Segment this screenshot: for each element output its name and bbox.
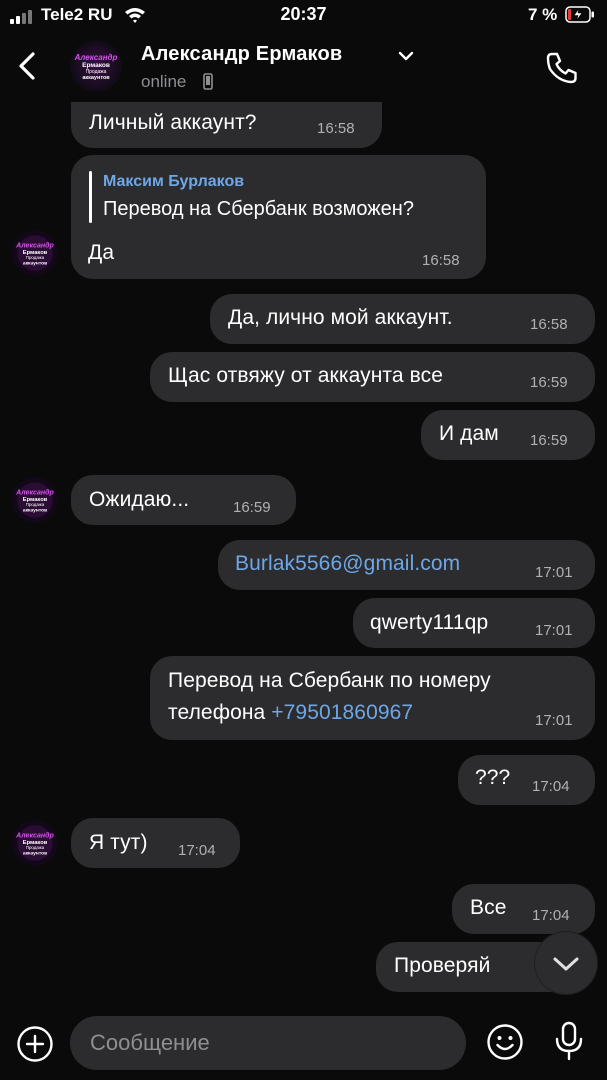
message-time: 16:59 bbox=[233, 499, 271, 516]
phone-icon[interactable] bbox=[542, 48, 582, 88]
message-time: 17:04 bbox=[532, 907, 570, 924]
avatar-text-4: аккаунтов bbox=[23, 509, 47, 514]
avatar-text-4: аккаунтов bbox=[23, 262, 47, 267]
message-bubble-outgoing[interactable]: qwerty111qp 17:01 bbox=[353, 598, 595, 648]
message-time: 17:04 bbox=[178, 842, 216, 859]
message-bubble-outgoing[interactable]: Все 17:04 bbox=[452, 884, 595, 934]
message-time: 17:01 bbox=[535, 712, 573, 729]
avatar-text-1: Александр bbox=[15, 242, 54, 250]
message-text-line-1: Перевод на Сбербанк по номеру bbox=[168, 669, 491, 692]
contact-status: online bbox=[141, 72, 187, 91]
sender-avatar[interactable]: Александр Ермаков Продажа аккаунтов bbox=[12, 477, 58, 523]
chat-header: Александр Ермаков Продажа аккаунтов Алек… bbox=[0, 30, 607, 102]
avatar-text-2: Ермаков bbox=[82, 62, 110, 69]
avatar-text-1: Александр bbox=[15, 832, 54, 840]
battery-percent: 7 % bbox=[528, 5, 558, 24]
message-time: 17:01 bbox=[535, 564, 573, 581]
message-time: 16:58 bbox=[422, 252, 460, 269]
message-time: 16:59 bbox=[530, 432, 568, 449]
email-link[interactable]: Burlak5566@gmail.com bbox=[235, 552, 460, 576]
message-bubble-incoming[interactable]: Я тут) 17:04 bbox=[71, 818, 240, 868]
back-chevron-icon[interactable] bbox=[12, 46, 44, 86]
avatar-text-4: аккаунтов bbox=[82, 75, 110, 81]
message-text: Все bbox=[470, 896, 507, 919]
status-time: 20:37 bbox=[280, 4, 327, 24]
chevron-down-icon[interactable] bbox=[396, 46, 416, 66]
message-bubble-outgoing[interactable]: И дам 16:59 bbox=[421, 410, 595, 460]
phone-number-link[interactable]: +79501860967 bbox=[271, 701, 413, 724]
message-bubble-outgoing[interactable]: Да, лично мой аккаунт. 16:58 bbox=[210, 294, 595, 344]
message-bubble-outgoing[interactable]: ??? 17:04 bbox=[458, 755, 595, 805]
reply-author: Максим Бурлаков bbox=[103, 173, 245, 190]
contact-avatar[interactable]: Александр Ермаков Продажа аккаунтов bbox=[70, 40, 122, 92]
message-time: 16:58 bbox=[530, 316, 568, 333]
message-text: qwerty111qp bbox=[370, 611, 489, 634]
message-bubble-incoming[interactable]: Личный аккаунт? 16:58 bbox=[71, 102, 382, 148]
reply-quote-bar bbox=[89, 171, 92, 223]
status-bar: Tele2 RU 20:37 7 % bbox=[0, 0, 607, 30]
message-bubble-outgoing[interactable]: Щас отвяжу от аккаунта все 16:59 bbox=[150, 352, 595, 402]
message-bubble-outgoing[interactable]: Перевод на Сбербанк по номеру телефона +… bbox=[150, 656, 595, 740]
message-text: Ожидаю... bbox=[89, 488, 190, 511]
avatar-text-3: Продажа bbox=[26, 845, 45, 850]
message-text: Проверяй bbox=[394, 954, 491, 977]
scroll-to-bottom-button[interactable] bbox=[535, 932, 597, 994]
avatar-text-4: аккаунтов bbox=[23, 852, 47, 857]
contact-name[interactable]: Александр Ермаков bbox=[141, 43, 342, 66]
avatar-text-1: Александр bbox=[74, 53, 118, 62]
message-text: Личный аккаунт? bbox=[89, 111, 257, 134]
message-bubble-incoming[interactable]: Ожидаю... 16:59 bbox=[71, 475, 296, 525]
reply-text: Перевод на Сбербанк возможен? bbox=[103, 198, 414, 220]
mobile-device-icon bbox=[203, 73, 213, 90]
message-text: ??? bbox=[475, 766, 511, 789]
avatar-text-3: Продажа bbox=[26, 502, 45, 507]
message-text-line-2: телефона +79501860967 bbox=[168, 701, 413, 725]
sender-avatar[interactable]: Александр Ермаков Продажа аккаунтов bbox=[12, 230, 58, 276]
message-text: Да, лично мой аккаунт. bbox=[228, 306, 453, 329]
emoji-icon[interactable] bbox=[486, 1023, 524, 1061]
message-bubble-incoming[interactable]: Максим Бурлаков Перевод на Сбербанк возм… bbox=[71, 155, 486, 279]
message-time: 17:04 bbox=[532, 778, 570, 795]
message-bubble-outgoing[interactable]: Burlak5566@gmail.com 17:01 bbox=[218, 540, 595, 590]
microphone-icon[interactable] bbox=[552, 1020, 586, 1062]
message-time: 16:58 bbox=[317, 120, 355, 137]
message-text: Я тут) bbox=[89, 831, 148, 854]
battery-charging-icon bbox=[565, 6, 594, 23]
message-input[interactable] bbox=[70, 1016, 466, 1070]
message-time: 17:01 bbox=[535, 622, 573, 639]
avatar-text-1: Александр bbox=[15, 489, 54, 497]
message-input-bar bbox=[0, 1004, 607, 1080]
scroll-down-chevron-icon bbox=[553, 957, 579, 971]
sender-avatar[interactable]: Александр Ермаков Продажа аккаунтов bbox=[12, 820, 58, 866]
message-time: 16:59 bbox=[530, 374, 568, 391]
message-text: Щас отвяжу от аккаунта все bbox=[168, 364, 444, 387]
avatar-text-3: Продажа bbox=[26, 255, 45, 260]
plus-circle-icon[interactable] bbox=[16, 1025, 54, 1063]
message-text-prefix: телефона bbox=[168, 701, 272, 724]
message-text: И дам bbox=[439, 422, 499, 445]
message-text: Да bbox=[88, 241, 115, 264]
